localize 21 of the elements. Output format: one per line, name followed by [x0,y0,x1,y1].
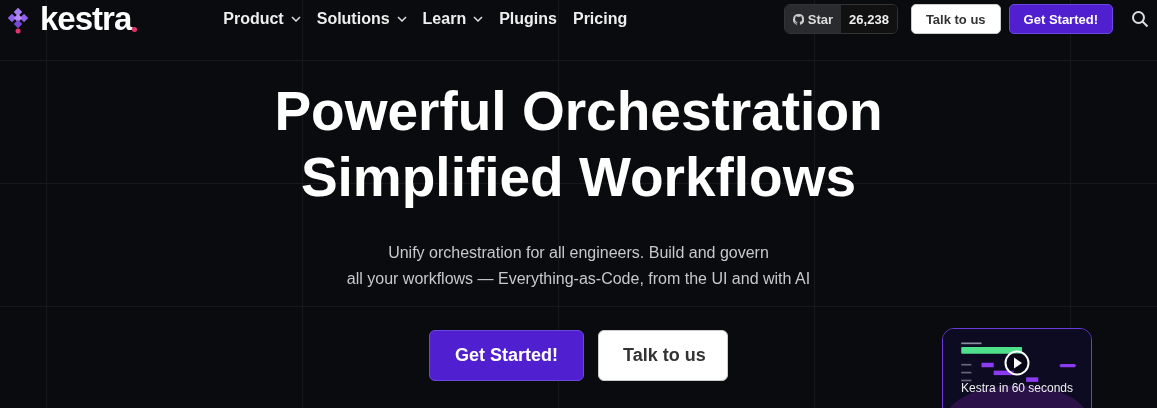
logo-wordmark[interactable]: kestra [40,4,132,34]
nav-link[interactable]: Product [223,10,301,28]
search-icon[interactable] [1131,10,1149,28]
github-star-button[interactable]: Star 26,238 [783,4,898,34]
hero-title: Powerful Orchestration Simplified Workflows [274,79,883,210]
nav-link[interactable]: Plugins [499,10,557,28]
cta-button[interactable]: Talk to us [598,330,728,381]
header-button[interactable]: Talk to us [910,4,1001,34]
star-count: 26,238 [841,5,897,33]
nav-link[interactable]: Learn [422,10,484,28]
cta-button[interactable]: Get Started! [429,330,584,381]
play-icon[interactable] [1004,350,1030,376]
nav-link[interactable]: Pricing [572,10,628,28]
nav-link[interactable]: Solutions [316,10,407,28]
hero-subtitle: Unify orchestration for all engineers. Build and govern all your workflows — Everything-as-Code, from the UI and with AI [346,243,811,289]
video-card[interactable]: Kestra in 60 seconds [942,328,1092,408]
star-label: Star [807,11,834,27]
video-caption: Kestra in 60 seconds [960,381,1074,395]
logo-dot-icon [132,27,138,32]
github-icon [792,13,804,25]
header-button[interactable]: Get Started! [1008,4,1113,34]
